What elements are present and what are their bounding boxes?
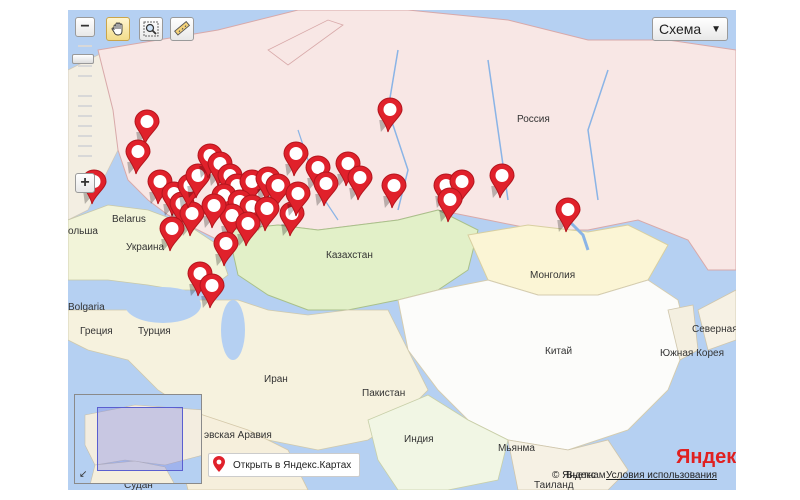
label-iran: Иран xyxy=(264,374,288,385)
map-marker[interactable] xyxy=(376,96,404,134)
zoom-slider-thumb[interactable] xyxy=(72,54,94,64)
label-poland: ольша xyxy=(68,226,98,237)
label-belarus: Belarus xyxy=(112,214,146,225)
chevron-down-icon: ▼ xyxy=(711,23,721,35)
zoom-tick xyxy=(78,115,92,117)
label-pakistan: Пакистан xyxy=(362,388,406,399)
zoom-tick xyxy=(78,95,92,97)
minimap-viewport-frame[interactable] xyxy=(97,407,183,471)
map-marker[interactable] xyxy=(200,192,228,230)
copyright-text: © Яндекс xyxy=(552,470,596,481)
label-greece: Греция xyxy=(80,326,113,337)
label-mongolia: Монголия xyxy=(530,270,576,281)
map-marker[interactable] xyxy=(488,162,516,200)
zoom-tick xyxy=(78,155,92,157)
label-india: Индия xyxy=(404,434,434,445)
japan-land xyxy=(697,289,736,351)
map-marker[interactable] xyxy=(158,215,186,253)
magnifier-icon xyxy=(143,21,159,37)
map-marker[interactable] xyxy=(346,164,374,202)
map-pin-icon xyxy=(213,455,225,475)
open-in-yandex-maps-link[interactable]: Открыть в Яндекс.Картах xyxy=(208,453,361,477)
hand-icon xyxy=(111,22,123,36)
label-bulgaria: Bolgaria xyxy=(68,302,105,313)
map-layer-select[interactable]: Схема ▼ xyxy=(652,17,728,41)
zoom-tick xyxy=(78,145,92,147)
yandex-logo: Яндекс xyxy=(676,446,736,468)
zoom-tick xyxy=(78,125,92,127)
map-marker[interactable] xyxy=(212,230,240,268)
map-viewport[interactable]: Россия Казахстан Монголия Китай Belarus … xyxy=(68,10,736,490)
label-north-korea: Северная xyxy=(692,324,736,335)
label-kazakhstan: Казахстан xyxy=(326,250,373,261)
map-marker[interactable] xyxy=(198,272,226,310)
zoom-out-button[interactable]: − xyxy=(75,17,95,37)
map-layer-label: Схема xyxy=(659,21,702,37)
zoom-tick xyxy=(78,105,92,107)
terms-of-use-link[interactable]: Условия использования xyxy=(606,470,717,481)
label-thailand: Таиланд xyxy=(534,480,574,490)
zoom-tick xyxy=(78,75,92,77)
map-marker[interactable] xyxy=(554,196,582,234)
map-marker[interactable] xyxy=(436,186,464,224)
zoom-tick xyxy=(78,45,92,47)
zoom-in-button[interactable]: + xyxy=(75,173,95,193)
label-turkey: Турция xyxy=(138,326,171,337)
zoom-tick xyxy=(78,135,92,137)
minimap-collapse-icon[interactable]: ↙ xyxy=(79,469,87,480)
open-in-yandex-label: Открыть в Яндекс.Картах xyxy=(233,459,352,471)
zoom-tick xyxy=(78,65,92,67)
label-south-korea: Южная Корея xyxy=(660,348,724,359)
ruler-tool-button[interactable] xyxy=(170,17,194,41)
label-china: Китай xyxy=(545,346,573,357)
hand-tool-button[interactable] xyxy=(106,17,130,41)
label-russia: Россия xyxy=(517,114,550,125)
map-marker[interactable] xyxy=(312,170,340,208)
ruler-icon xyxy=(174,21,190,36)
magnifier-tool-button[interactable] xyxy=(139,17,163,41)
label-myanmar: Мьянма xyxy=(498,443,535,454)
label-saudi: эвская Аравия xyxy=(204,430,272,441)
map-marker[interactable] xyxy=(284,180,312,218)
minimap[interactable]: ↙ xyxy=(74,394,202,484)
map-marker[interactable] xyxy=(380,172,408,210)
